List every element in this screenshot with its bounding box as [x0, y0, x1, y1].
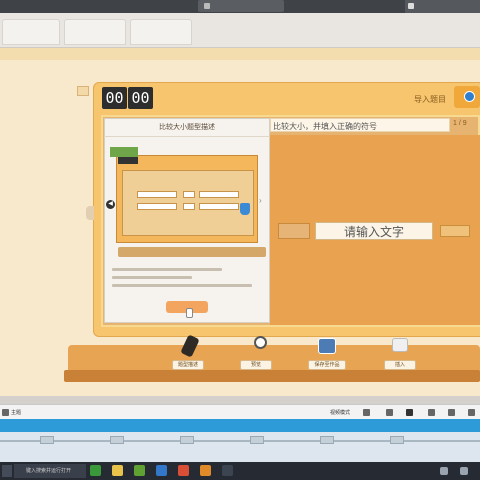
media-left-label: 主题	[11, 410, 22, 416]
camtasia-app-icon[interactable]	[134, 465, 145, 476]
preview-inner-board	[122, 170, 254, 236]
timeline-clip[interactable]	[40, 436, 54, 444]
left-page-tab[interactable]	[77, 86, 89, 96]
timeline-clip[interactable]	[390, 436, 404, 444]
save-icon	[318, 338, 336, 354]
app-bottom-strip	[0, 396, 480, 404]
chrome-icon[interactable]	[178, 465, 189, 476]
tool-save-button[interactable]: 保存至作品	[308, 360, 346, 370]
grid-icon[interactable]	[448, 409, 455, 416]
speaker-icon[interactable]	[204, 3, 210, 9]
window-icon[interactable]	[386, 409, 393, 416]
mic-icon[interactable]	[363, 409, 370, 416]
timeline-clip[interactable]	[250, 436, 264, 444]
terminal-icon[interactable]	[222, 465, 233, 476]
browser-side-tab[interactable]	[405, 0, 480, 13]
browser-tab[interactable]	[64, 19, 126, 45]
tool-preview-button[interactable]: 预览	[240, 360, 272, 370]
import-button[interactable]	[454, 86, 480, 108]
preview-shelf	[118, 247, 266, 257]
download-icon	[464, 91, 475, 102]
tray-icon[interactable]	[460, 467, 468, 475]
tab-icon	[408, 3, 414, 9]
preview-field	[137, 191, 177, 198]
prev-arrow-icon[interactable]: ◀	[106, 200, 115, 209]
question-prompt-field[interactable]: 比较大小，并填入正确的符号	[270, 118, 450, 132]
magnifier-icon	[254, 336, 267, 349]
start-menu-icon[interactable]	[2, 465, 12, 477]
home-icon[interactable]	[2, 409, 9, 416]
right-operand-box[interactable]	[440, 225, 470, 237]
app-icon[interactable]	[200, 465, 211, 476]
tool-description-label: 题型描述	[177, 362, 198, 368]
timeline-header	[0, 419, 480, 432]
import-label: 导入题目	[414, 95, 446, 104]
preview-hand-cursor-icon	[240, 203, 250, 215]
close-icon[interactable]	[406, 409, 413, 416]
media-mid-label[interactable]: 视频模式	[330, 409, 350, 416]
popup-text-line	[112, 268, 222, 271]
settings-icon[interactable]	[428, 409, 435, 416]
preview-timer	[118, 157, 138, 164]
tool-insert-button[interactable]: 插入	[384, 360, 416, 370]
timeline-clip[interactable]	[180, 436, 194, 444]
browser-tab[interactable]	[130, 19, 192, 45]
tool-save-label: 保存至作品	[314, 362, 340, 368]
preview-green-tag	[110, 147, 138, 157]
preview-field	[183, 191, 195, 198]
timeline-track[interactable]	[0, 440, 480, 442]
tray-icon[interactable]	[440, 467, 448, 475]
preview-field	[137, 203, 177, 210]
insert-icon	[392, 338, 408, 352]
left-operand-box[interactable]	[278, 223, 310, 239]
preview-field	[183, 203, 195, 210]
timeline-clip[interactable]	[320, 436, 334, 444]
popup-divider	[104, 136, 270, 137]
tool-insert-label: 插入	[394, 362, 405, 368]
tool-preview-label: 预览	[250, 362, 261, 368]
browser-tab[interactable]	[2, 19, 60, 45]
video-control-bar[interactable]	[198, 0, 284, 12]
side-nav-left-button[interactable]	[86, 206, 94, 220]
question-prompt-text: 比较大小，并填入正确的符号	[273, 122, 377, 131]
preview-field	[199, 203, 239, 210]
app-header-band	[0, 48, 480, 60]
browser-tab-strip	[0, 13, 480, 48]
timer-minutes: 00	[102, 87, 127, 109]
popup-text-line	[112, 284, 252, 287]
hand-cursor-icon	[186, 308, 193, 318]
timer-seconds: 00	[128, 87, 153, 109]
next-arrow-icon[interactable]: ›	[259, 196, 265, 206]
popup-title: 比较大小题型描述	[159, 124, 215, 131]
media-control-bar: 主题 视频模式	[0, 404, 480, 419]
timeline-track-area	[0, 432, 480, 464]
page-indicator: 1 / 9	[453, 120, 467, 127]
popup-text-line	[112, 276, 192, 279]
fullscreen-icon[interactable]	[468, 409, 475, 416]
media-app-icon[interactable]	[90, 465, 101, 476]
browser-icon[interactable]	[156, 465, 167, 476]
folder-icon[interactable]	[112, 465, 123, 476]
timeline-clip[interactable]	[110, 436, 124, 444]
preview-field	[199, 191, 239, 198]
tool-shelf-front	[64, 370, 480, 382]
tool-description-button[interactable]: 题型描述	[172, 360, 204, 370]
taskbar-search[interactable]: 键入搜索并运行打开	[14, 464, 86, 478]
text-input[interactable]: 请输入文字	[315, 222, 433, 240]
